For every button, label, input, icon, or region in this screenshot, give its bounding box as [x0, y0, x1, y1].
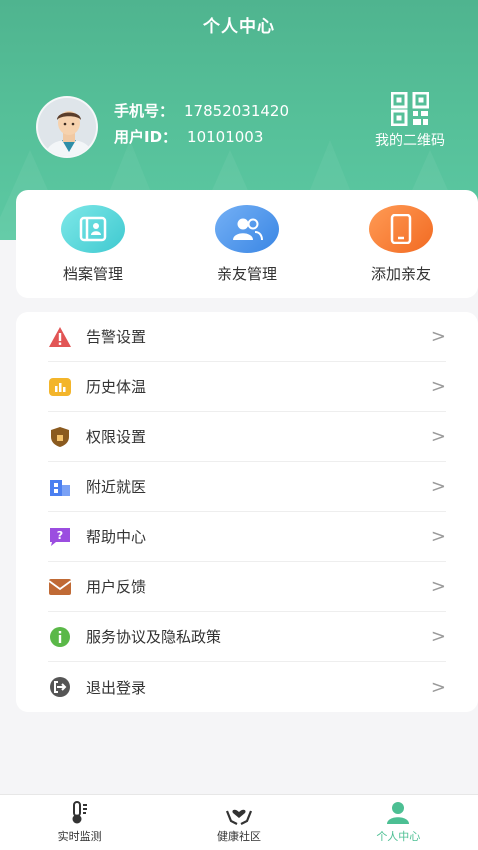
svg-text:?: ?	[57, 529, 63, 542]
menu-item-logout[interactable]: 退出登录 >	[48, 662, 446, 712]
menu-label: 告警设置	[86, 328, 147, 346]
info-icon	[48, 625, 72, 649]
tab-realtime-monitor[interactable]: 实时监测	[20, 801, 140, 844]
userid-label: 用户ID：	[114, 128, 178, 146]
archive-management-button[interactable]: 档案管理	[33, 204, 153, 284]
add-relative-button[interactable]: 添加亲友	[341, 204, 461, 284]
menu-item-history-temperature[interactable]: 历史体温 >	[48, 362, 446, 412]
tab-label: 个人中心	[376, 830, 421, 843]
quick-actions-card: 档案管理 亲友管理 添加亲友	[16, 190, 478, 298]
qrcode-icon	[391, 92, 429, 126]
chevron-right-icon: >	[430, 376, 446, 397]
relatives-management-button[interactable]: 亲友管理	[187, 204, 307, 284]
chevron-right-icon: >	[430, 476, 446, 497]
phone-label: 手机号：	[114, 102, 175, 120]
archive-management-label: 档案管理	[62, 264, 123, 283]
shield-icon	[48, 425, 72, 449]
users-icon	[215, 204, 279, 253]
chevron-right-icon: >	[430, 576, 446, 597]
relatives-management-label: 亲友管理	[216, 264, 277, 283]
warning-icon	[48, 325, 72, 349]
menu-label: 用户反馈	[86, 578, 147, 596]
mail-icon	[48, 575, 72, 599]
settings-menu: 告警设置 > 历史体温 > 权限设置 > 附近就医 > ? 帮助中心 > 用户反…	[16, 312, 478, 712]
menu-label: 历史体温	[86, 378, 147, 396]
bottom-tab-bar: 实时监测 健康社区 个人中心	[0, 794, 478, 850]
userid-value: 10101003	[187, 128, 264, 146]
menu-label: 附近就医	[86, 478, 147, 496]
archive-icon	[61, 204, 125, 253]
tab-health-community[interactable]: 健康社区	[179, 801, 299, 844]
tab-personal-center[interactable]: 个人中心	[338, 801, 458, 844]
chart-icon	[48, 375, 72, 399]
add-relative-label: 添加亲友	[370, 264, 431, 283]
chevron-right-icon: >	[430, 426, 446, 447]
menu-item-nearby-medical[interactable]: 附近就医 >	[48, 462, 446, 512]
my-qrcode-button[interactable]: 我的二维码	[362, 92, 458, 150]
avatar[interactable]	[36, 96, 98, 158]
phone-row: 手机号： 17852031420	[114, 98, 289, 124]
phone-icon	[369, 204, 433, 253]
hands-heart-icon	[225, 809, 253, 825]
menu-label: 服务协议及隐私政策	[86, 628, 222, 646]
thermometer-icon	[72, 801, 87, 824]
menu-item-user-feedback[interactable]: 用户反馈 >	[48, 562, 446, 612]
chevron-right-icon: >	[430, 676, 446, 698]
phone-value: 17852031420	[184, 102, 289, 120]
menu-label: 退出登录	[86, 678, 147, 697]
userid-row: 用户ID： 10101003	[114, 124, 289, 150]
chevron-right-icon: >	[430, 626, 446, 647]
logout-icon	[48, 675, 72, 699]
chevron-right-icon: >	[430, 526, 446, 547]
menu-item-alert-settings[interactable]: 告警设置 >	[48, 312, 446, 362]
menu-item-service-agreement[interactable]: 服务协议及隐私政策 >	[48, 612, 446, 662]
menu-label: 帮助中心	[86, 528, 147, 546]
page-title: 个人中心	[203, 17, 275, 37]
chevron-right-icon: >	[430, 326, 446, 347]
menu-item-permission-settings[interactable]: 权限设置 >	[48, 412, 446, 462]
user-info: 手机号： 17852031420 用户ID： 10101003	[114, 98, 289, 150]
qrcode-label: 我的二维码	[375, 133, 445, 149]
hospital-icon	[48, 475, 72, 499]
person-icon	[387, 802, 410, 824]
tab-label: 健康社区	[216, 830, 261, 843]
menu-item-help-center[interactable]: ? 帮助中心 >	[48, 512, 446, 562]
help-icon: ?	[48, 525, 72, 549]
menu-label: 权限设置	[86, 428, 147, 446]
tab-label: 实时监测	[57, 830, 102, 843]
